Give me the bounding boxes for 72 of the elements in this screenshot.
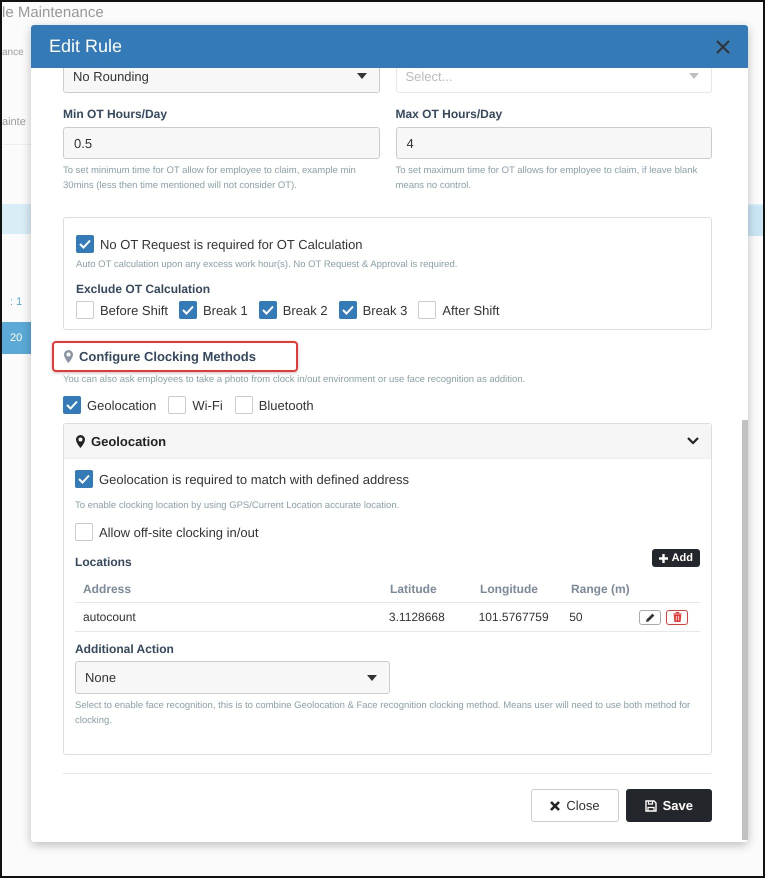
checkbox[interactable] xyxy=(338,301,357,319)
checkbox-label: Allow off-site clocking in/out xyxy=(99,524,258,540)
caret-icon xyxy=(689,73,699,79)
checkbox[interactable] xyxy=(75,523,93,541)
checkbox-label: Geolocation xyxy=(87,398,156,412)
checkbox[interactable] xyxy=(76,301,94,319)
edit-button[interactable] xyxy=(639,610,661,624)
section-label: Locations xyxy=(75,555,132,569)
column-header: Longitude xyxy=(480,582,539,596)
checkbox-label: Wi-Fi xyxy=(192,398,223,412)
checkbox[interactable] xyxy=(178,301,197,319)
close-icon xyxy=(550,800,560,810)
close-icon xyxy=(716,40,730,54)
help-text: To enable clocking location by using GPS/Current Location accurate location. xyxy=(75,499,400,513)
background-text: : 1 xyxy=(10,296,22,308)
dropdown[interactable]: None xyxy=(75,661,390,694)
checkbox[interactable] xyxy=(63,396,81,414)
delete-button[interactable] xyxy=(666,610,688,624)
dropdown[interactable]: No Rounding xyxy=(63,68,380,93)
checkbox-label: Break 1 xyxy=(202,302,248,318)
close-button[interactable]: Close xyxy=(531,789,619,822)
section-label: Additional Action xyxy=(75,642,175,656)
field-label: Max OT Hours/Day xyxy=(396,107,504,121)
background-text: 20 xyxy=(10,332,22,344)
checkbox[interactable] xyxy=(258,301,277,319)
checkbox[interactable] xyxy=(418,301,436,319)
help-text: Select to enable face recognition, this is to combine Geolocation & Face recognition clocking method. Means user will need to use both method for clocking. xyxy=(75,699,692,728)
help-text: Auto OT calculation upon any excess work hour(s). No OT Request & Approval is required. xyxy=(76,258,458,272)
checkbox[interactable] xyxy=(76,235,94,253)
scrollbar[interactable] xyxy=(742,420,748,840)
checkbox-label: Break 2 xyxy=(282,302,328,318)
panel-header[interactable]: Geolocation xyxy=(64,424,711,459)
checkbox-label: Before Shift xyxy=(100,302,168,318)
background-text: le Maintenance xyxy=(2,4,104,21)
checkbox[interactable] xyxy=(168,396,186,414)
save-button[interactable]: Save xyxy=(626,789,712,822)
column-header: Latitude xyxy=(390,582,438,596)
map-pin-icon xyxy=(76,434,85,448)
table-cell-text: 101.5767759 xyxy=(478,610,550,624)
input-field[interactable]: 0.5 xyxy=(63,127,380,159)
background-text: ainte xyxy=(2,116,26,128)
close-button[interactable] xyxy=(716,40,730,54)
column-header: Range (m) xyxy=(571,582,631,596)
section-label: Exclude OT Calculation xyxy=(76,282,212,296)
checkbox-label: Geolocation is required to match with defined address xyxy=(99,472,410,486)
caret-icon xyxy=(367,674,377,680)
background-text: ance xyxy=(2,47,24,58)
trash-icon xyxy=(672,612,682,622)
checkbox-label: After Shift xyxy=(442,302,500,318)
checkbox-label: No OT Request is required for OT Calculation xyxy=(100,236,363,252)
section-heading: Configure Clocking Methods xyxy=(52,341,298,372)
checkbox-label: Break 3 xyxy=(362,302,408,318)
table-cell-text: 3.1128668 xyxy=(388,610,446,624)
add-button[interactable]: Add xyxy=(652,549,700,567)
caret-icon xyxy=(356,73,366,79)
checkbox[interactable] xyxy=(75,470,93,488)
table-cell-text: 50 xyxy=(569,610,584,624)
checkbox-label: Bluetooth xyxy=(258,398,314,412)
pencil-icon xyxy=(646,612,654,622)
column-header: Address xyxy=(82,582,132,596)
checkbox[interactable] xyxy=(234,396,253,414)
modal-title: Edit Rule xyxy=(49,36,122,57)
help-text: To set minimum time for OT allow for employee to claim, example min 30mins (less then time mentioned will not consider OT). xyxy=(63,164,357,193)
plus-icon xyxy=(658,554,668,562)
table-cell-text: autocount xyxy=(82,610,137,624)
map-pin-icon xyxy=(64,350,73,363)
help-text: You can also ask employees to take a photo from clock in/out environment or use face recognition as addition. xyxy=(63,373,526,387)
input-field[interactable]: 4 xyxy=(396,127,712,159)
floppy-icon xyxy=(644,800,657,812)
help-text: To set maximum time for OT allows for employee to claim, if leave blank means no control. xyxy=(396,164,698,193)
chevron-icon xyxy=(687,437,699,445)
field-label: Min OT Hours/Day xyxy=(63,107,168,121)
